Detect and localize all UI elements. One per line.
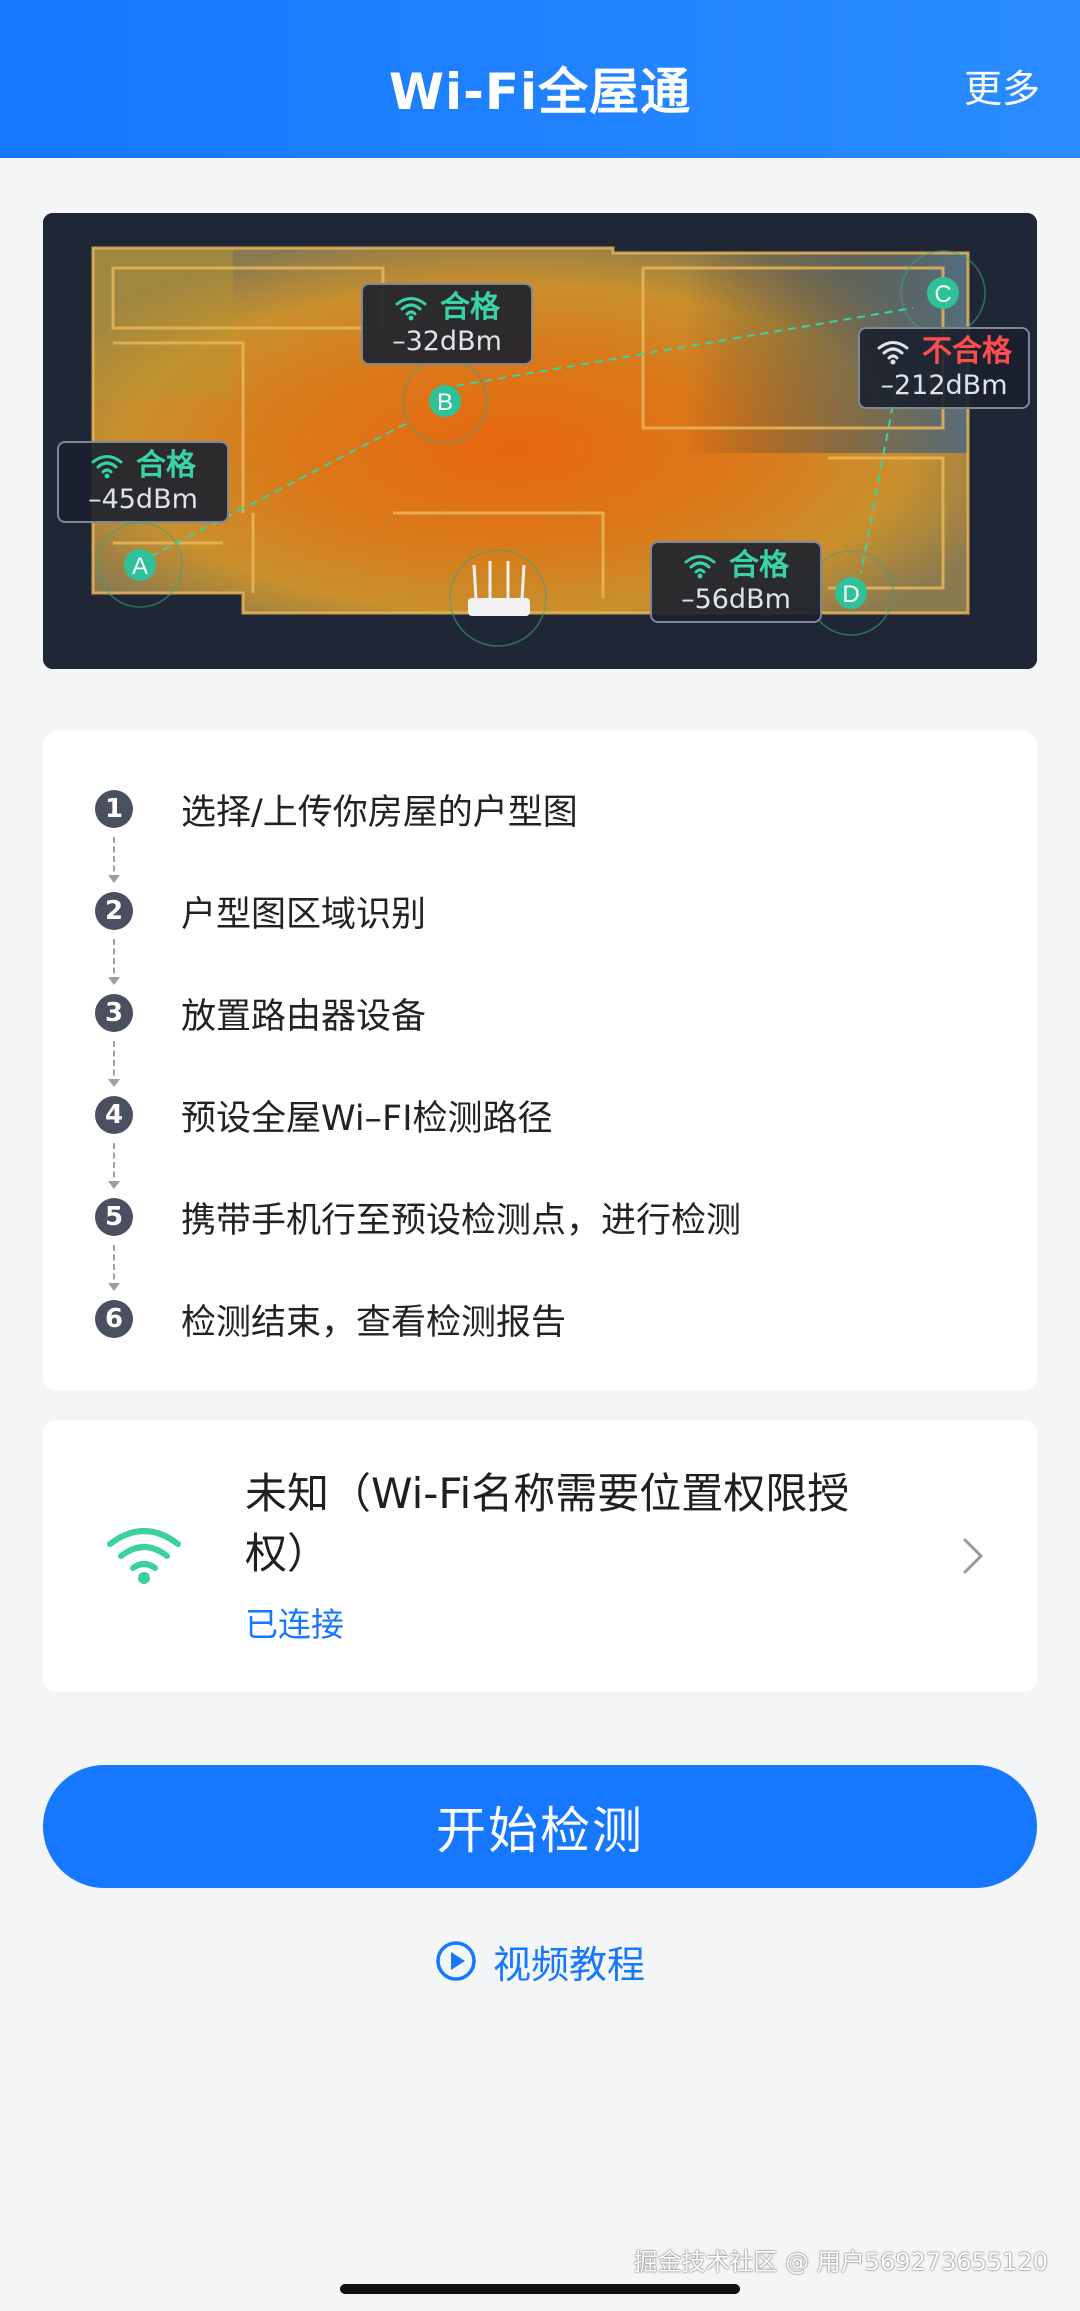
signal-status: 合格 <box>136 448 196 483</box>
steps-card: 1 选择/上传你房屋的户型图 2 户型图区域识别 3 放置路由器设备 4 预设全… <box>43 731 1037 1391</box>
app-header: Wi-Fi全屋通 更多 <box>0 0 1080 158</box>
wifi-icon <box>395 297 427 321</box>
step-item: 4 预设全屋Wi–FI检测路径 <box>95 1085 553 1145</box>
wifi-icon <box>107 1528 181 1584</box>
step-text: 户型图区域识别 <box>181 894 427 935</box>
step-number: 2 <box>95 892 133 930</box>
signal-label-a: 合格 –45dBm <box>57 441 229 523</box>
signal-status: 合格 <box>729 548 789 583</box>
step-connector <box>108 1041 120 1087</box>
step-item: 2 户型图区域识别 <box>95 881 426 941</box>
step-text: 检测结束，查看检测报告 <box>181 1302 567 1343</box>
point-marker-d: D <box>835 577 867 609</box>
step-text: 放置路由器设备 <box>181 996 427 1037</box>
signal-dbm: –45dBm <box>88 484 198 515</box>
step-number: 1 <box>95 790 133 828</box>
page-title: Wi-Fi全屋通 <box>388 63 692 121</box>
step-connector <box>108 939 120 985</box>
video-tutorial-label: 视频教程 <box>492 1942 645 1987</box>
signal-dbm: –32dBm <box>392 326 502 357</box>
step-text: 预设全屋Wi–FI检测路径 <box>181 1098 553 1139</box>
wifi-icon <box>877 341 909 365</box>
video-tutorial-link[interactable]: 视频教程 <box>0 1933 1080 1989</box>
step-number: 5 <box>95 1198 133 1236</box>
point-marker-a: A <box>124 549 156 581</box>
signal-label-c: 不合格 –212dBm <box>858 327 1030 409</box>
step-text: 选择/上传你房屋的户型图 <box>181 792 578 833</box>
signal-label-d: 合格 –56dBm <box>650 541 822 623</box>
step-number: 4 <box>95 1096 133 1134</box>
signal-dbm: –212dBm <box>880 370 1008 401</box>
step-text: 携带手机行至预设检测点，进行检测 <box>181 1200 742 1241</box>
point-marker-b: B <box>429 385 461 417</box>
svg-text:C: C <box>934 281 951 308</box>
step-number: 6 <box>95 1300 133 1338</box>
more-button[interactable]: 更多 <box>964 58 1040 113</box>
watermark: 掘金技术社区 @ 用户569273655120 <box>633 2248 1049 2276</box>
wifi-network-card[interactable]: 未知（Wi-Fi名称需要位置权限授权） 已连接 <box>43 1420 1037 1692</box>
chevron-right-icon <box>963 1538 984 1574</box>
wifi-icon <box>684 555 716 579</box>
point-marker-c: C <box>927 277 959 309</box>
step-item: 1 选择/上传你房屋的户型图 <box>95 779 578 839</box>
step-item: 3 放置路由器设备 <box>95 983 426 1043</box>
svg-text:B: B <box>437 389 453 416</box>
step-item: 6 检测结束，查看检测报告 <box>95 1289 566 1349</box>
step-connector <box>108 1245 120 1291</box>
step-connector <box>108 837 120 883</box>
svg-text:D: D <box>842 581 859 608</box>
wifi-name: 未知（Wi-Fi名称需要位置权限授权） <box>245 1469 850 1578</box>
step-number: 3 <box>95 994 133 1032</box>
wifi-icon <box>91 455 123 479</box>
home-indicator[interactable] <box>340 2284 740 2294</box>
wifi-connection-status: 已连接 <box>245 1605 344 1644</box>
signal-status: 不合格 <box>922 334 1012 369</box>
floor-plan-illustration: A B C D 合格 –45dBm 合格 –32dBm 不合格 –212dBm … <box>43 213 1037 669</box>
signal-label-b: 合格 –32dBm <box>361 283 533 365</box>
signal-status: 合格 <box>440 290 500 325</box>
signal-dbm: –56dBm <box>681 584 791 615</box>
play-icon <box>436 1941 476 1981</box>
step-connector <box>108 1143 120 1189</box>
start-detection-button[interactable]: 开始检测 <box>43 1765 1037 1888</box>
svg-text:A: A <box>132 553 148 580</box>
step-item: 5 携带手机行至预设检测点，进行检测 <box>95 1187 741 1247</box>
